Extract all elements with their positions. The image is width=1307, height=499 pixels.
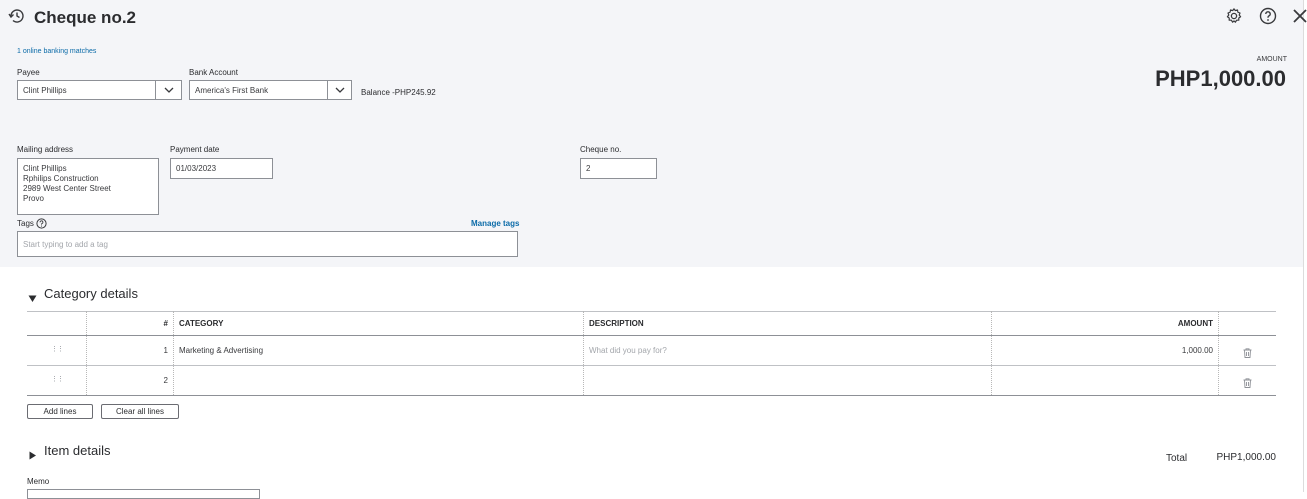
category-details-title[interactable]: Category details	[44, 286, 138, 301]
help-icon[interactable]	[1259, 7, 1277, 30]
row-amount[interactable]: 1,000.00	[1100, 346, 1213, 355]
column-divider	[1218, 311, 1219, 395]
tags-placeholder: Start typing to add a tag	[23, 239, 108, 249]
column-divider	[991, 311, 992, 395]
expand-triangle-icon[interactable]	[28, 447, 37, 465]
trash-icon[interactable]	[1243, 345, 1252, 363]
tags-label: Tags	[17, 219, 34, 228]
payee-label: Payee	[17, 68, 40, 77]
mailing-address-label: Mailing address	[17, 145, 74, 154]
bank-account-label: Bank Account	[189, 68, 238, 77]
memo-textarea[interactable]	[27, 489, 260, 499]
payee-dropdown-button[interactable]	[155, 80, 182, 100]
address-line: Rphilips Construction	[23, 174, 99, 183]
total-value: PHP1,000.00	[1216, 452, 1277, 463]
bank-account-select[interactable]: America's First Bank	[189, 80, 328, 100]
amount-value: PHP1,000.00	[1155, 66, 1286, 91]
address-line: Clint Phillips	[23, 164, 67, 173]
drag-handle-icon[interactable]: ⋮⋮	[51, 345, 64, 353]
table-header-border	[27, 335, 1276, 336]
column-header-description: DESCRIPTION	[589, 319, 644, 328]
close-icon[interactable]	[1292, 8, 1307, 29]
trash-icon[interactable]	[1243, 375, 1252, 393]
chevron-down-icon	[164, 87, 173, 93]
bank-account-dropdown-button[interactable]	[327, 80, 352, 100]
payment-date-value: 01/03/2023	[176, 164, 217, 173]
column-header-category: CATEGORY	[179, 319, 224, 328]
cheque-no-value: 2	[586, 164, 591, 173]
manage-tags-link[interactable]: Manage tags	[471, 219, 519, 228]
column-divider	[173, 311, 174, 395]
clear-all-lines-button[interactable]: Clear all lines	[101, 404, 179, 419]
bank-balance: Balance -PHP245.92	[361, 88, 436, 97]
row-category[interactable]: Marketing & Advertising	[179, 346, 263, 355]
online-banking-matches-link[interactable]: 1 online banking matches	[17, 48, 96, 55]
payee-select[interactable]: Clint Phillips	[17, 80, 156, 100]
tags-input[interactable]: Start typing to add a tag	[17, 231, 518, 257]
column-header-amount: AMOUNT	[1177, 319, 1213, 328]
item-details-title[interactable]: Item details	[44, 443, 110, 458]
total-label: Total	[1166, 453, 1188, 464]
scrollbar[interactable]	[1303, 0, 1307, 492]
amount-label: AMOUNT	[1256, 56, 1287, 63]
bank-account-value: America's First Bank	[195, 85, 269, 95]
mailing-address-textarea[interactable]: Clint Phillips Rphilips Construction 298…	[17, 158, 159, 215]
header-panel	[0, 0, 1303, 267]
cheque-no-input[interactable]: 2	[580, 158, 657, 179]
page-title: Cheque no.2	[34, 8, 137, 27]
table-top-border	[27, 311, 1276, 312]
chevron-down-icon	[335, 87, 344, 93]
cheque-no-label: Cheque no.	[580, 145, 622, 154]
memo-label: Memo	[27, 477, 50, 486]
drag-handle-icon[interactable]: ⋮⋮	[51, 375, 64, 383]
table-bottom-border	[27, 395, 1276, 396]
row-number: 2	[163, 376, 168, 385]
address-line: Provo	[23, 194, 44, 203]
column-divider	[583, 311, 584, 395]
row-number: 1	[163, 346, 168, 355]
address-line: 2989 West Center Street	[23, 184, 111, 193]
row-description-placeholder[interactable]: What did you pay for?	[589, 346, 667, 355]
history-icon[interactable]	[8, 7, 26, 30]
payment-date-input[interactable]: 01/03/2023	[170, 158, 273, 179]
payee-value: Clint Phillips	[23, 85, 67, 95]
collapse-triangle-icon[interactable]	[28, 290, 37, 308]
gear-icon[interactable]	[1225, 7, 1243, 30]
column-divider	[86, 311, 87, 395]
column-header-num: #	[163, 319, 168, 328]
table-row-border	[27, 365, 1276, 366]
payment-date-label: Payment date	[170, 145, 220, 154]
add-lines-button[interactable]: Add lines	[27, 404, 93, 419]
